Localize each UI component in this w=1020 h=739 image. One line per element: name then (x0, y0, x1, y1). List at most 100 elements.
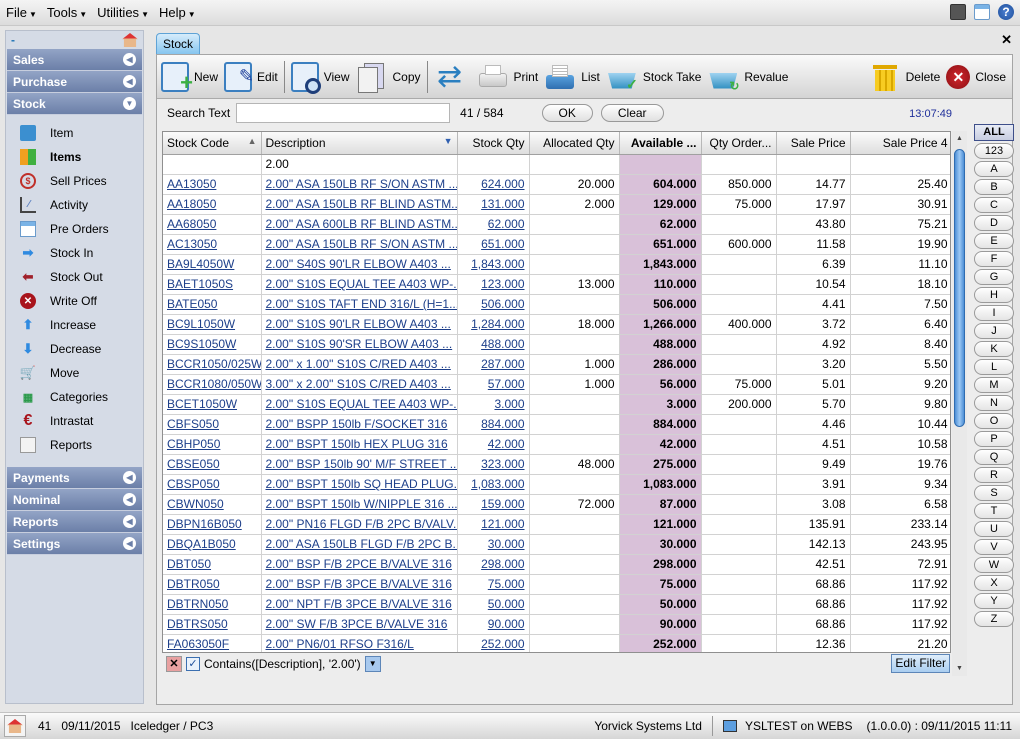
cell-description[interactable]: 2.00" ASA 150LB RF BLIND ASTM... (261, 194, 458, 215)
cell-description[interactable]: 2.00" S10S 90'SR ELBOW A403 ... (261, 334, 458, 355)
table-row[interactable]: AA18050 2.00" ASA 150LB RF BLIND ASTM... 1… (163, 194, 950, 215)
col-sale-price[interactable]: Sale Price (776, 132, 851, 155)
stock-qty-link[interactable]: 121.000 (481, 517, 524, 531)
table-row[interactable]: DBTRS050 2.00" SW F/B 3PCE B/VALVE 316 90.… (163, 614, 950, 635)
cell-stock-qty[interactable]: 1,083.000 (457, 474, 530, 495)
alpha-button-s[interactable]: S (974, 485, 1014, 501)
home-button[interactable] (4, 715, 26, 737)
alpha-button-x[interactable]: X (974, 575, 1014, 591)
cell-stock-qty[interactable]: 159.000 (457, 494, 530, 515)
filter-cell[interactable] (776, 154, 851, 175)
sidebar-item-item[interactable]: Item (6, 121, 143, 145)
stock-qty-link[interactable]: 651.000 (481, 237, 524, 251)
alpha-button-r[interactable]: R (974, 467, 1014, 483)
description-link[interactable]: 2.00" NPT F/B 3PCE B/VALVE 316 (266, 597, 452, 611)
description-link[interactable]: 2.00" BSPP 150lb F/SOCKET 316 (266, 417, 448, 431)
cell-description[interactable]: 3.00" x 2.00" S10S C/RED A403 ... (261, 374, 458, 395)
stock-qty-link[interactable]: 287.000 (481, 357, 524, 371)
sidebar-item-increase[interactable]: ⬆ Increase (6, 313, 143, 337)
cell-description[interactable]: 2.00" BSPT 150lb SQ HEAD PLUG... (261, 474, 458, 495)
alpha-button-p[interactable]: P (974, 431, 1014, 447)
cell-stock-qty[interactable]: 121.000 (457, 514, 530, 535)
stock-qty-link[interactable]: 1,083.000 (471, 477, 524, 491)
search-input[interactable] (236, 103, 451, 123)
sidebar-item-pre-orders[interactable]: Pre Orders (6, 217, 143, 241)
table-row[interactable]: CBFS050 2.00" BSPP 150lb F/SOCKET 316 884.… (163, 414, 950, 435)
cell-stock-code[interactable]: CBSE050 (163, 454, 262, 475)
table-row[interactable]: CBSE050 2.00" BSP 150lb 90' M/F STREET ..… (163, 454, 950, 475)
cell-stock-qty[interactable]: 506.000 (457, 294, 530, 315)
description-link[interactable]: 2.00" ASA 600LB RF BLIND ASTM... (266, 217, 457, 231)
description-link[interactable]: 2.00" S10S EQUAL TEE A403 WP-... (266, 397, 457, 411)
sidebar-item-decrease[interactable]: ⬇ Decrease (6, 337, 143, 361)
cell-stock-qty[interactable]: 30.000 (457, 534, 530, 555)
cell-description[interactable]: 2.00" NPT F/B 3PCE B/VALVE 316 (261, 594, 458, 615)
cell-stock-code[interactable]: BATE050 (163, 294, 262, 315)
filter-cell[interactable] (163, 154, 262, 175)
sidebar-group-nominal[interactable]: Nominal ◀ (7, 489, 142, 511)
sidebar-item-stock-in[interactable]: ➡ Stock In (6, 241, 143, 265)
stock-qty-link[interactable]: 159.000 (481, 497, 524, 511)
alpha-button-o[interactable]: O (974, 413, 1014, 429)
cell-description[interactable]: 2.00" BSP F/B 2PCE B/VALVE 316 (261, 554, 458, 575)
sidebar-item-reports[interactable]: Reports (6, 433, 143, 457)
alpha-button-i[interactable]: I (974, 305, 1014, 321)
cell-stock-code[interactable]: BAET1050S (163, 274, 262, 295)
cell-description[interactable]: 2.00" x 1.00" S10S C/RED A403 ... (261, 354, 458, 375)
stock-code-link[interactable]: BCCR1080/050W (167, 377, 260, 391)
stock-code-link[interactable]: DBTRN050 (167, 597, 228, 611)
sidebar-group-settings[interactable]: Settings ◀ (7, 533, 142, 555)
stock-qty-link[interactable]: 298.000 (481, 557, 524, 571)
stock-qty-link[interactable]: 90.000 (488, 617, 525, 631)
table-row[interactable]: AA68050 2.00" ASA 600LB RF BLIND ASTM... 6… (163, 214, 950, 235)
sidebar-group-reports[interactable]: Reports ◀ (7, 511, 142, 533)
stock-code-link[interactable]: AA18050 (167, 197, 216, 211)
alpha-button-y[interactable]: Y (974, 593, 1014, 609)
table-row[interactable]: AA13050 2.00" ASA 150LB RF S/ON ASTM ... 6… (163, 174, 950, 195)
description-link[interactable]: 3.00" x 2.00" S10S C/RED A403 ... (266, 377, 451, 391)
stock-qty-link[interactable]: 488.000 (481, 337, 524, 351)
sidebar-item-categories[interactable]: ▦ Categories (6, 385, 143, 409)
sidebar-group-payments[interactable]: Payments ◀ (7, 467, 142, 489)
cell-stock-code[interactable]: BCET1050W (163, 394, 262, 415)
delete-button[interactable]: Delete (869, 61, 940, 93)
col-stock-code[interactable]: Stock Code ▲ (163, 132, 262, 155)
sidebar-item-intrastat[interactable]: € Intrastat (6, 409, 143, 433)
cell-stock-qty[interactable]: 57.000 (457, 374, 530, 395)
cell-stock-code[interactable]: DBQA1B050 (163, 534, 262, 555)
table-row[interactable]: BCCR1080/050W 3.00" x 2.00" S10S C/RED A4… (163, 374, 950, 395)
cell-description[interactable]: 2.00" ASA 600LB RF BLIND ASTM... (261, 214, 458, 235)
stock-qty-link[interactable]: 57.000 (488, 377, 525, 391)
description-link[interactable]: 2.00" BSP F/B 2PCE B/VALVE 316 (266, 557, 452, 571)
col-allocated-qty[interactable]: Allocated Qty (529, 132, 620, 155)
alpha-button-u[interactable]: U (974, 521, 1014, 537)
close-button[interactable]: ✕ Close (946, 64, 1006, 89)
sidebar-group-stock[interactable]: Stock ▼ (7, 93, 142, 115)
alpha-button-all[interactable]: ALL (974, 124, 1014, 141)
cell-stock-code[interactable]: DBT050 (163, 554, 262, 575)
cell-stock-qty[interactable]: 90.000 (457, 614, 530, 635)
cell-description[interactable]: 2.00" BSPT 150lb W/NIPPLE 316 ... (261, 494, 458, 515)
cell-stock-qty[interactable]: 123.000 (457, 274, 530, 295)
sidebar-item-sell-prices[interactable]: $ Sell Prices (6, 169, 143, 193)
cell-stock-code[interactable]: AA18050 (163, 194, 262, 215)
calendar-icon[interactable] (974, 4, 990, 20)
table-row[interactable]: BAET1050S 2.00" S10S EQUAL TEE A403 WP-..… (163, 274, 950, 295)
stock-code-link[interactable]: DBQA1B050 (167, 537, 236, 551)
alpha-button-k[interactable]: K (974, 341, 1014, 357)
refresh-button[interactable]: ⇄ (434, 60, 471, 93)
cell-description[interactable]: 2.00" S10S 90'LR ELBOW A403 ... (261, 314, 458, 335)
edit-filter-button[interactable]: Edit Filter (891, 654, 950, 673)
table-row[interactable]: DBPN16B050 2.00" PN16 FLGD F/B 2PC B/VALV… (163, 514, 950, 535)
col-description[interactable]: Description ▼ (261, 132, 458, 155)
scroll-thumb[interactable] (954, 149, 965, 427)
cell-stock-qty[interactable]: 252.000 (457, 634, 530, 652)
description-link[interactable]: 2.00" BSP 150lb 90' M/F STREET ... (266, 457, 457, 471)
cell-description[interactable]: 2.00" SW F/B 3PCE B/VALVE 316 (261, 614, 458, 635)
clear-filter-icon[interactable]: ✕ (166, 656, 182, 672)
stock-code-link[interactable]: BC9S1050W (167, 337, 236, 351)
stock-qty-link[interactable]: 30.000 (488, 537, 525, 551)
stock-code-link[interactable]: CBSP050 (167, 477, 220, 491)
cell-stock-qty[interactable]: 62.000 (457, 214, 530, 235)
cell-description[interactable]: 2.00" S40S 90'LR ELBOW A403 ... (261, 254, 458, 275)
